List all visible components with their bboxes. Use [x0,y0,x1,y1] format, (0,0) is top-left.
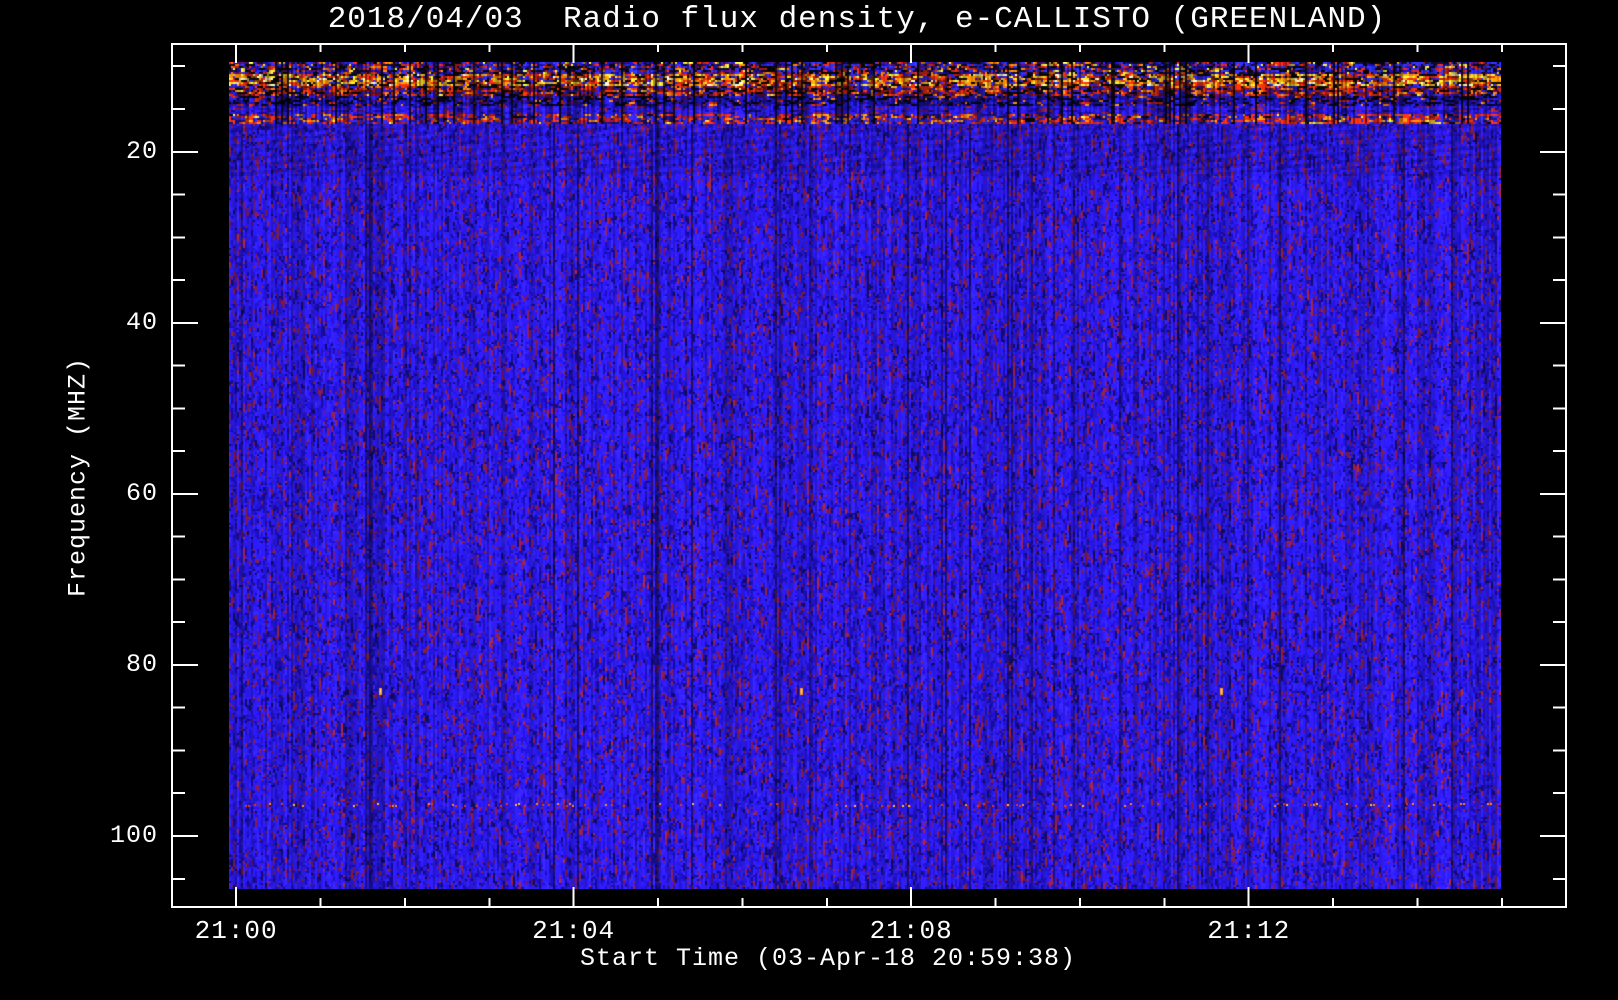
y-tick-label: 60 [125,478,158,508]
x-axis-title: Start Time (03-Apr-18 20:59:38) [579,944,1077,973]
y-tick-label: 20 [125,136,158,166]
x-tick-label: 21:08 [869,916,953,946]
y-tick-label: 100 [109,821,158,850]
x-tick-label: 21:04 [532,916,616,946]
x-tick-label: 21:12 [1207,916,1291,946]
y-axis-title: Frequency (MHZ) [63,356,93,598]
spectrogram-figure: 2018/04/03 Radio flux density, e-CALLIST… [0,0,1618,1000]
x-tick-label: 21:00 [194,916,278,946]
y-tick-label: 40 [125,307,158,337]
y-tick-label: 80 [125,649,158,679]
axes-frame [171,43,1567,908]
